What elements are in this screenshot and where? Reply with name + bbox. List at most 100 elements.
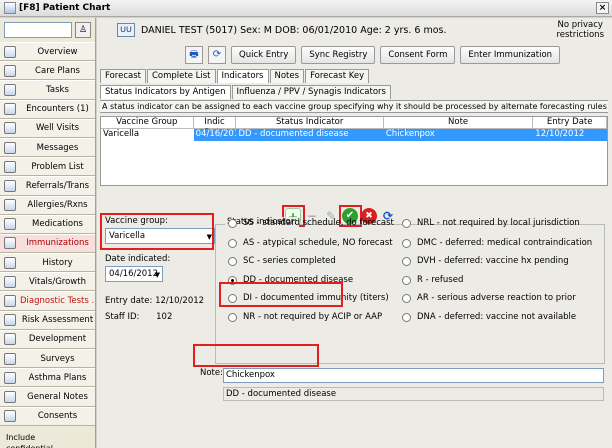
toolbar: 🖶 ⟳ Quick Entry Sync Registry Consent Fo… xyxy=(185,46,561,64)
sidebar-item-diagnostic-tests[interactable]: Diagnostic Tests ... xyxy=(0,291,95,311)
print-icon[interactable]: 🖶 xyxy=(185,46,203,64)
sidebar-item-label: Care Plans xyxy=(35,65,80,76)
tab-notes[interactable]: Notes xyxy=(269,69,305,83)
consents-icon xyxy=(4,410,16,423)
cell-vaccine-group: Varicella xyxy=(103,129,140,139)
sidebar-item-encounters-1[interactable]: Encounters (1) xyxy=(0,99,95,119)
radio-dot[interactable] xyxy=(228,312,237,322)
radio-dot[interactable] xyxy=(402,218,411,228)
sidebar-item-development[interactable]: Development xyxy=(0,329,95,349)
col-vaccine-group[interactable]: Vaccine Group xyxy=(101,117,194,129)
radio-dot[interactable] xyxy=(402,275,411,285)
status-radio-nr[interactable]: NR - not required by ACIP or AAP xyxy=(228,312,382,322)
date-indicated-label: Date indicated: xyxy=(105,254,171,264)
status-radio-nrl[interactable]: NRL - not required by local jurisdiction xyxy=(402,218,580,228)
sidebar-item-messages[interactable]: Messages xyxy=(0,137,95,158)
sidebar-item-label: Immunizations xyxy=(26,238,89,249)
col-note[interactable]: Note xyxy=(383,117,534,129)
sidebar-item-label: Surveys xyxy=(40,353,75,364)
sidebar-item-tasks[interactable]: Tasks xyxy=(0,80,95,100)
radio-dot[interactable] xyxy=(402,238,411,248)
col-indic-date[interactable]: Indic Date xyxy=(193,117,237,138)
sidebar-item-surveys[interactable]: Surveys xyxy=(0,349,95,369)
include-confidential-line2: confidential xyxy=(6,443,89,448)
allergies-icon xyxy=(4,199,16,212)
sidebar-item-vitals-growth[interactable]: Vitals/Growth xyxy=(0,272,95,292)
tab-forecast[interactable]: Forecast xyxy=(100,69,146,83)
tab-status-indicators[interactable]: Status Indicators by Antigen xyxy=(100,85,231,99)
radio-dot[interactable] xyxy=(228,218,237,228)
table-row[interactable]: Varicella 04/16/2012 DD - documented dis… xyxy=(101,129,607,141)
date-indicated-value: 04/16/2012 xyxy=(109,269,158,279)
status-radio-dna[interactable]: DNA - deferred: vaccine not available xyxy=(402,312,576,322)
radio-label: R - refused xyxy=(417,275,464,285)
info-text: A status indicator can be assigned to ea… xyxy=(100,100,608,113)
sidebar-item-referrals-trans[interactable]: Referrals/Trans xyxy=(0,176,95,196)
sidebar-item-consents[interactable]: Consents xyxy=(0,406,95,426)
sidebar-item-label: Overview xyxy=(37,46,78,57)
careplans-icon xyxy=(4,64,16,77)
sidebar-item-label: History xyxy=(42,257,73,268)
sidebar-item-problem-list[interactable]: Problem List xyxy=(0,157,95,177)
radio-dot[interactable] xyxy=(228,256,237,266)
note-input[interactable]: Chickenpox xyxy=(223,368,604,383)
sidebar-item-allergies-rxns[interactable]: Allergies/Rxns xyxy=(0,195,95,215)
sidebar-item-risk-assessment[interactable]: Risk Assessment xyxy=(0,310,95,330)
col-status-indicator[interactable]: Status Indicator xyxy=(236,117,384,129)
status-radio-as[interactable]: AS - atypical schedule, NO forecast xyxy=(228,238,393,248)
sidebar-search-input[interactable] xyxy=(4,22,72,38)
sidebar-item-general-notes[interactable]: General Notes xyxy=(0,387,95,407)
status-radio-dmc[interactable]: DMC - deferred: medical contraindication xyxy=(402,238,592,248)
status-radio-ar[interactable]: AR - serious adverse reaction to prior xyxy=(402,293,576,303)
cell-indic-date: 04/16/2012 xyxy=(193,129,237,141)
radio-label: DVH - deferred: vaccine hx pending xyxy=(417,256,569,266)
consent-form-button[interactable]: Consent Form xyxy=(380,46,456,64)
sidebar-item-label: Asthma Plans xyxy=(28,372,87,383)
radio-dot[interactable] xyxy=(402,256,411,266)
sidebar-item-label: Referrals/Trans xyxy=(25,180,90,191)
syringe-icon xyxy=(4,237,16,250)
sidebar-item-care-plans[interactable]: Care Plans xyxy=(0,61,95,81)
status-radio-dvh[interactable]: DVH - deferred: vaccine hx pending xyxy=(402,256,569,266)
close-icon[interactable]: × xyxy=(596,2,609,14)
sidebar-item-medications[interactable]: Medications xyxy=(0,214,95,234)
note-label: Note: xyxy=(200,368,223,378)
sidebar-item-label: Medications xyxy=(32,219,83,230)
quick-entry-button[interactable]: Quick Entry xyxy=(231,46,297,64)
sidebar-item-immunizations[interactable]: Immunizations xyxy=(0,233,95,254)
sidebar-item-label: Risk Assessment xyxy=(21,315,94,326)
status-radio-r[interactable]: R - refused xyxy=(402,275,463,285)
tab-influenza-indicators[interactable]: Influenza / PPV / Synagis Indicators xyxy=(231,85,391,99)
radio-dot[interactable] xyxy=(402,293,411,303)
patient-icon: ᑌᑌ xyxy=(117,23,135,37)
tab-indicators[interactable]: Indicators xyxy=(216,69,269,83)
sidebar-item-asthma-plans[interactable]: Asthma Plans xyxy=(0,368,95,388)
tab-forecast-key[interactable]: Forecast Key xyxy=(305,69,370,83)
radio-label: DNA - deferred: vaccine not available xyxy=(417,312,577,322)
radio-dot[interactable] xyxy=(228,238,237,248)
radio-label: NR - not required by ACIP or AAP xyxy=(243,312,383,322)
sub-tabs: Status Indicators by Antigen Influenza /… xyxy=(100,85,392,99)
sync-registry-button[interactable]: Sync Registry xyxy=(301,46,376,64)
sidebar-item-label: Problem List xyxy=(31,161,84,172)
tab-complete-list[interactable]: Complete List xyxy=(146,69,216,83)
enter-immunization-button[interactable]: Enter Immunization xyxy=(460,46,561,64)
refresh-icon[interactable]: ⟳ xyxy=(208,46,226,64)
table-header: Vaccine Group Indic Date Status Indicato… xyxy=(101,117,607,138)
date-chevron-down-icon: ▼ xyxy=(154,271,160,279)
status-radio-ss[interactable]: SS - standard schedule, do forecast xyxy=(228,218,394,228)
user-icon[interactable]: ♙ xyxy=(75,22,91,38)
sidebar-item-label: Vitals/Growth xyxy=(29,276,86,287)
col-entry-date[interactable]: Entry Date xyxy=(533,117,607,129)
radio-label: AS - atypical schedule, NO forecast xyxy=(243,238,393,248)
sidebar-item-label: Allergies/Rxns xyxy=(27,200,88,211)
sidebar-item-history[interactable]: History xyxy=(0,253,95,273)
radio-dot[interactable] xyxy=(402,312,411,322)
sidebar-item-well-visits[interactable]: Well Visits xyxy=(0,118,95,138)
sidebar-item-overview[interactable]: Overview xyxy=(0,42,95,62)
app-icon xyxy=(4,2,16,14)
status-radio-sc[interactable]: SC - series completed xyxy=(228,256,336,266)
phone-icon xyxy=(4,141,16,154)
date-indicated-select[interactable]: 04/16/2012 ▼ xyxy=(105,266,163,282)
radio-label: DMC - deferred: medical contraindication xyxy=(417,238,593,248)
